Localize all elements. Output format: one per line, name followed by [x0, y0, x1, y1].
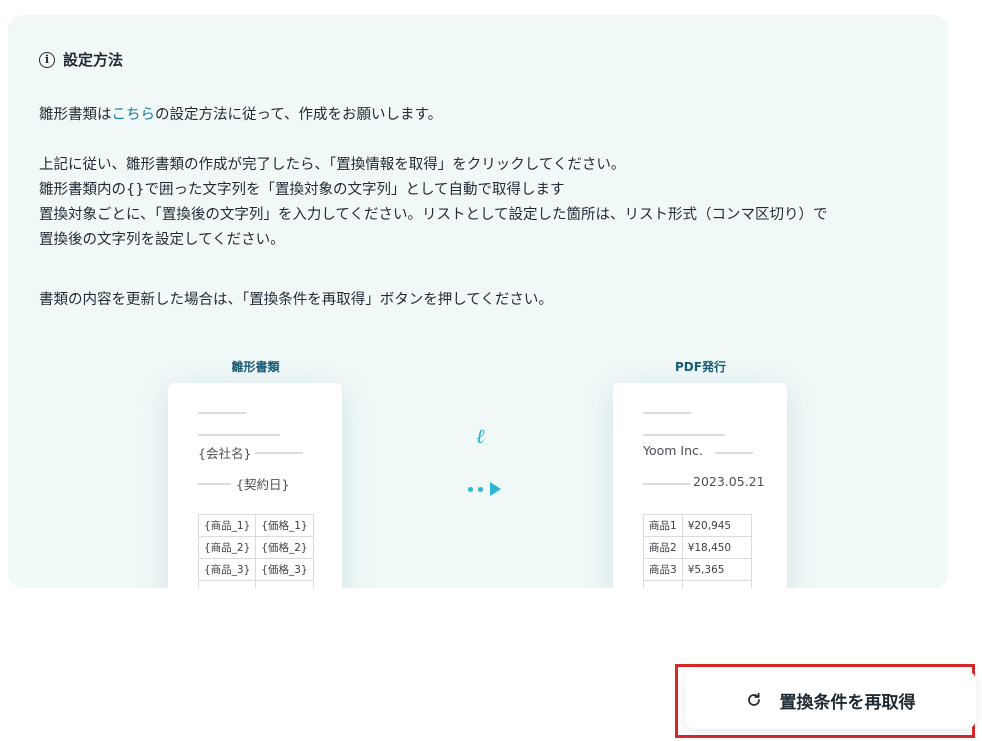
table-cell: ¥20,945 [681, 514, 752, 537]
table-cell: {価格_2} [255, 536, 314, 559]
paragraph1-text-before: 雛形書類は [39, 107, 112, 123]
table-row: 商品2 ¥18,450 [643, 536, 752, 559]
paragraph2-line1: 上記に従い、雛形書類の作成が完了したら、「置換情報を取得」をクリックしてください… [39, 157, 626, 173]
panel-header: i 設定方法 [39, 49, 123, 70]
paragraph3: 書類の内容を更新した場合は、「置換条件を再取得」ボタンを押してください。 [39, 292, 553, 308]
pdf-document-illustration: Yoom Inc. 2023.05.21 商品1 ¥20,945 商品2 ¥18… [613, 383, 787, 588]
table-cell [197, 580, 257, 588]
template-doc-label: 雛形書類 [231, 360, 280, 374]
template-company-placeholder: {会社名} [198, 446, 252, 461]
table-cell: {価格_3} [255, 558, 314, 581]
table-cell [681, 580, 752, 588]
paragraph-template-instructions: 雛形書類はこちらの設定方法に従って、作成をお願いします。 [39, 103, 442, 128]
table-cell: {商品_1} [197, 514, 257, 537]
template-document-illustration: {会社名} {契約日} {商品_1} {価格_1} {商品_2} {価格_2} … [168, 383, 342, 588]
table-cell: ¥18,450 [681, 536, 752, 559]
template-items-table: {商品_1} {価格_1} {商品_2} {価格_2} {商品_3} {価格_3… [197, 514, 314, 588]
table-cell: 商品1 [643, 514, 683, 537]
table-cell: 商品2 [643, 536, 683, 559]
doc-line [643, 412, 691, 414]
table-row: 商品3 ¥5,365 [643, 558, 752, 581]
table-row: {商品_1} {価格_1} [197, 514, 314, 537]
table-row: {商品_2} {価格_2} [197, 536, 314, 559]
setup-guide-link[interactable]: こちら [112, 107, 156, 123]
doc-line [643, 483, 690, 485]
refresh-icon [747, 692, 760, 706]
table-cell: {商品_2} [197, 536, 257, 559]
table-cell: 商品3 [643, 558, 683, 581]
arrow-right-icon [468, 482, 501, 496]
doc-line [715, 452, 753, 454]
table-row [197, 580, 314, 588]
paragraph1-text-after: の設定方法に従って、作成をお願いします。 [155, 107, 443, 123]
doc-line [198, 483, 231, 485]
doc-line [198, 434, 280, 436]
doc-line [198, 412, 246, 414]
paragraph2-line3: 置換対象ごとに、「置換後の文字列」を入力してください。リストとして設定した箇所は… [39, 207, 828, 223]
sparkle-icon: ℓ [476, 424, 485, 448]
table-cell: {価格_1} [255, 514, 314, 537]
output-doc-label: PDF発行 [675, 360, 726, 374]
panel-title: 設定方法 [63, 51, 124, 69]
table-row [643, 580, 752, 588]
output-company: Yoom Inc. [643, 443, 703, 458]
doc-line [643, 434, 725, 436]
table-cell: ¥5,365 [681, 558, 752, 581]
output-items-table: 商品1 ¥20,945 商品2 ¥18,450 商品3 ¥5,365 [643, 514, 752, 588]
template-date-placeholder: {契約日} [236, 477, 290, 492]
table-row: {商品_3} {価格_3} [197, 558, 314, 581]
info-icon: i [39, 51, 55, 68]
refetch-conditions-button[interactable]: 置換条件を再取得 [685, 671, 976, 729]
paragraph2-line4: 置換後の文字列を設定してください。 [39, 232, 285, 248]
settings-panel: i 設定方法 雛形書類はこちらの設定方法に従って、作成をお願いします。 上記に従… [8, 15, 948, 588]
doc-line [255, 452, 303, 454]
refetch-button-label: 置換条件を再取得 [779, 692, 916, 713]
table-cell [643, 580, 683, 588]
output-date: 2023.05.21 [693, 474, 765, 489]
table-cell [255, 580, 314, 588]
conversion-arrow: ℓ [448, 420, 518, 510]
table-row: 商品1 ¥20,945 [643, 514, 752, 537]
paragraph2-line2: 雛形書類内の{}で囲った文字列を「置換対象の文字列」として自動で取得します [39, 182, 565, 198]
table-cell: {商品_3} [197, 558, 257, 581]
